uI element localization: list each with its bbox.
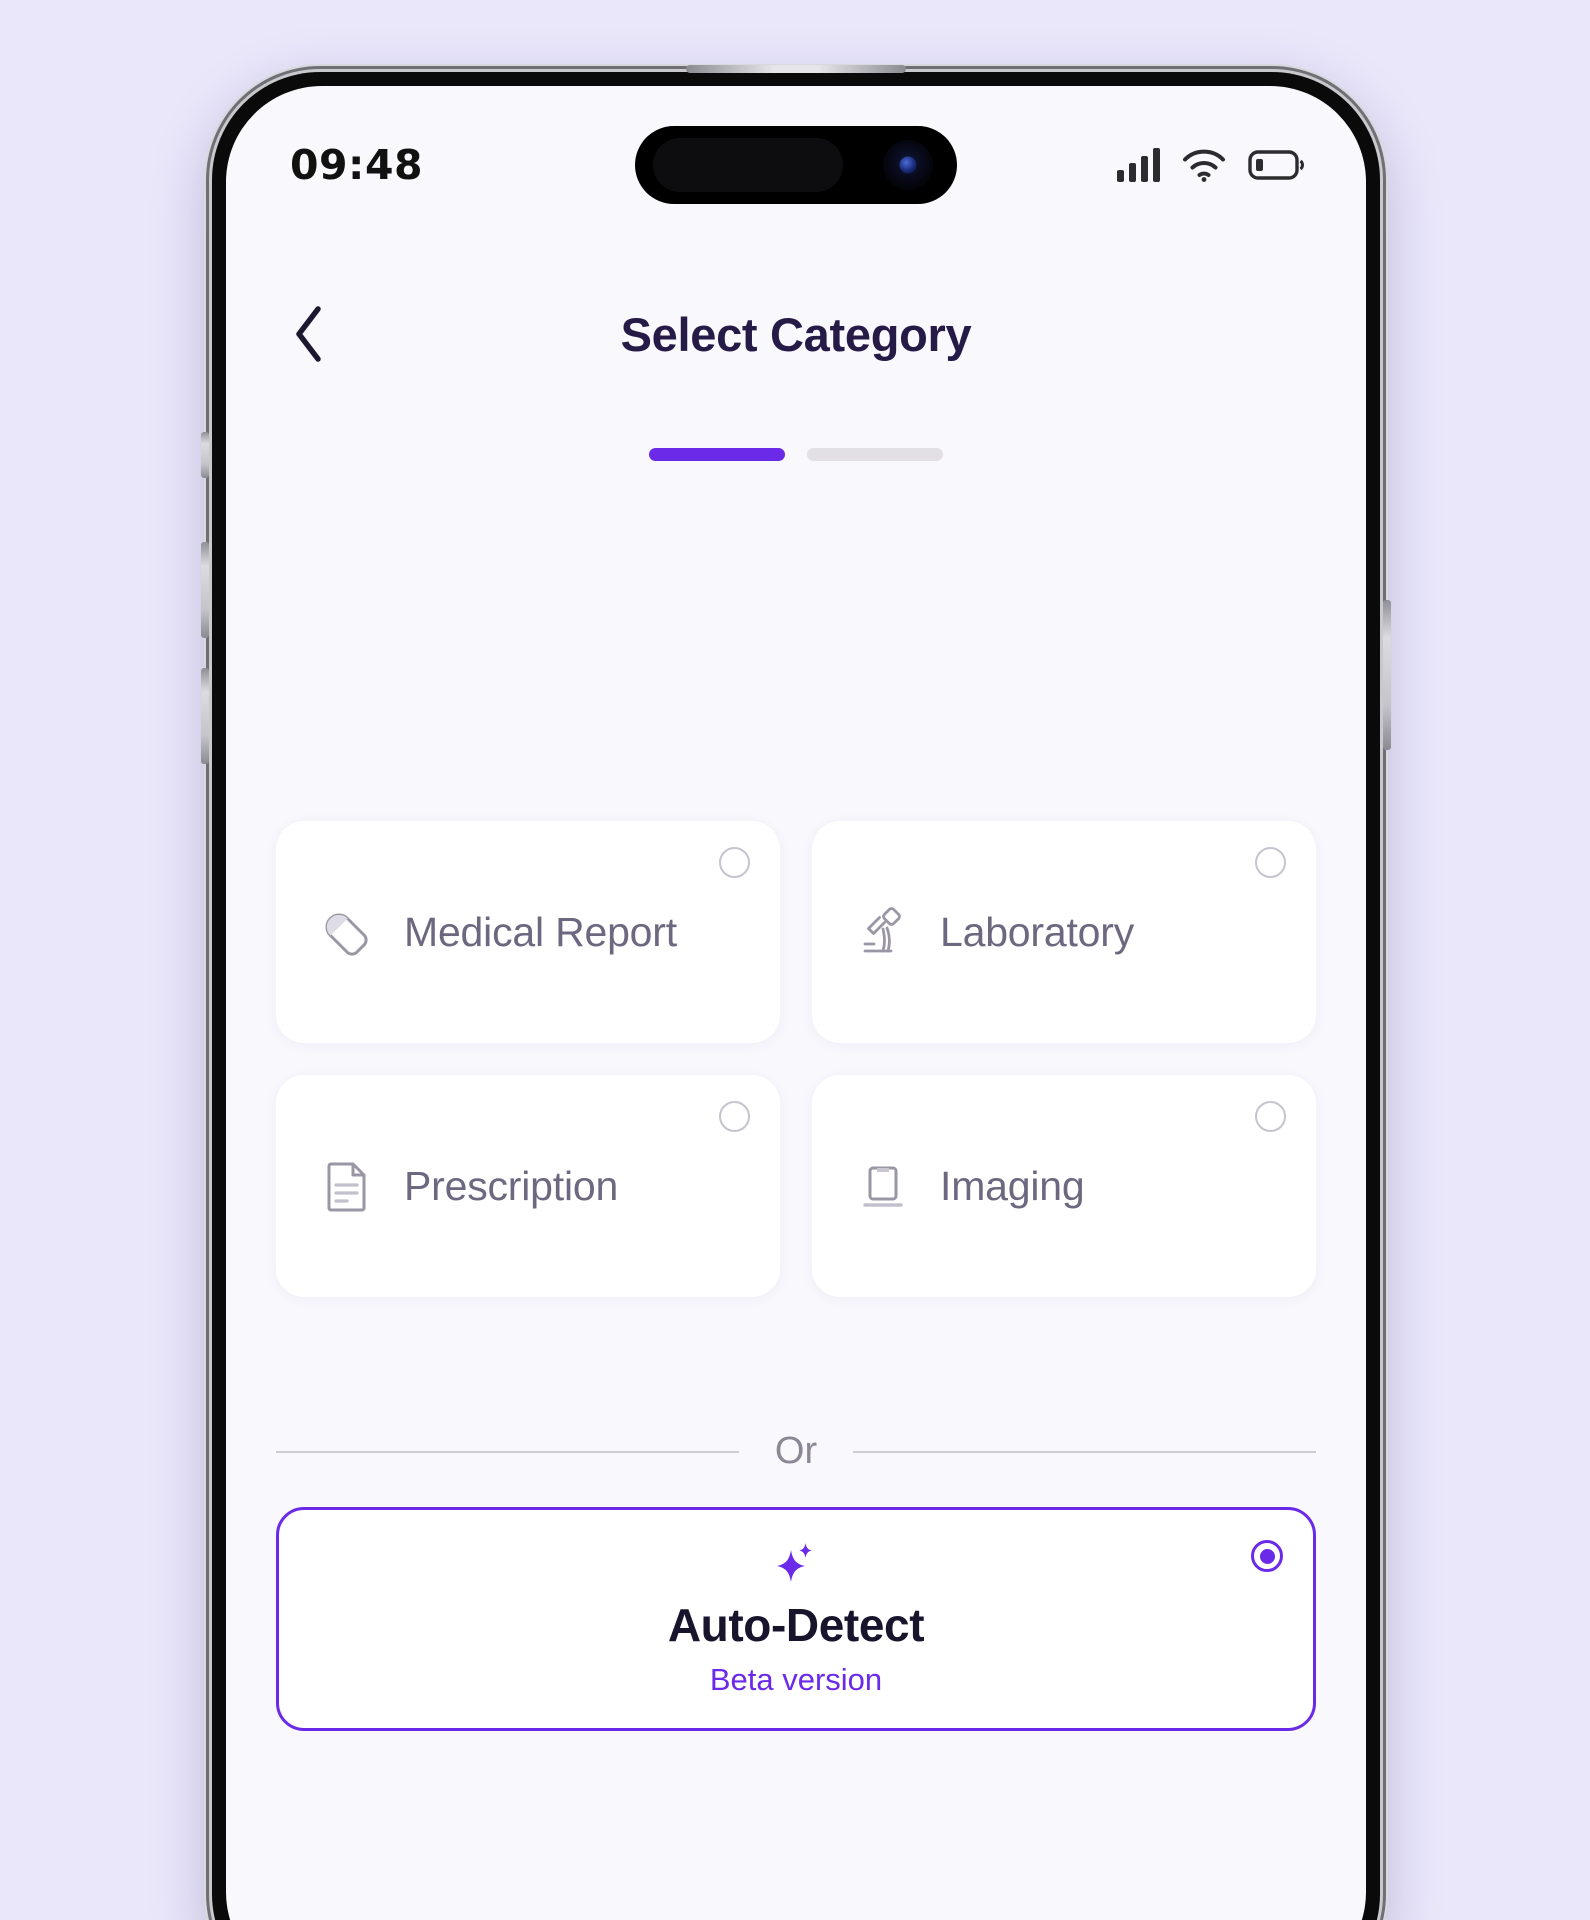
wifi-icon (1183, 149, 1225, 182)
divider-line-left (276, 1450, 739, 1453)
cellular-signal-icon (1117, 148, 1160, 182)
category-grid: Medical Report Laboratory Prescription I… (276, 821, 1316, 1297)
radio-imaging[interactable] (1255, 1101, 1286, 1132)
silence-switch[interactable] (201, 432, 209, 478)
or-divider: Or (276, 1430, 1316, 1473)
heart-tag-icon (316, 901, 378, 963)
status-bar-icons (1117, 148, 1304, 182)
divider-line-right (853, 1450, 1316, 1453)
phone-device-frame: 09:48 Select Category Medical Report Lab… (201, 72, 1391, 1920)
volume-up-button[interactable] (201, 542, 209, 638)
radio-auto-detect-selected[interactable] (1251, 1540, 1283, 1572)
radio-medical-report[interactable] (719, 847, 750, 878)
microscope-icon (852, 901, 914, 963)
volume-down-button[interactable] (201, 668, 209, 764)
divider-label: Or (774, 1430, 818, 1472)
category-card-imaging[interactable]: Imaging (812, 1075, 1316, 1297)
step-indicator-1 (649, 448, 785, 461)
category-card-medical-report[interactable]: Medical Report (276, 821, 780, 1043)
auto-detect-title: Auto-Detect (667, 1599, 925, 1651)
battery-low-icon (1248, 150, 1304, 180)
scan-monitor-icon (852, 1155, 914, 1217)
category-card-laboratory[interactable]: Laboratory (812, 821, 1316, 1043)
category-card-prescription[interactable]: Prescription (276, 1075, 780, 1297)
radio-laboratory[interactable] (1255, 847, 1286, 878)
power-button[interactable] (1383, 600, 1391, 750)
app-header: Select Category (226, 286, 1366, 382)
category-label: Medical Report (404, 908, 677, 955)
status-bar: 09:48 (226, 130, 1366, 200)
step-indicator-2 (807, 448, 943, 461)
step-progress-indicator (226, 448, 1366, 461)
sparkle-icon (777, 1543, 812, 1582)
category-label: Laboratory (940, 908, 1135, 955)
radio-prescription[interactable] (719, 1101, 750, 1132)
page-title: Select Category (620, 307, 972, 361)
document-lines-icon (316, 1155, 378, 1217)
back-button[interactable] (274, 299, 344, 369)
status-bar-time: 09:48 (290, 141, 424, 189)
auto-detect-subtitle: Beta version (709, 1662, 883, 1697)
category-label: Imaging (940, 1162, 1085, 1209)
chevron-left-icon (296, 306, 321, 362)
auto-detect-card[interactable]: Auto-Detect Beta version (276, 1507, 1316, 1731)
phone-screen: 09:48 Select Category Medical Report Lab… (226, 86, 1366, 1920)
category-label: Prescription (404, 1162, 619, 1209)
